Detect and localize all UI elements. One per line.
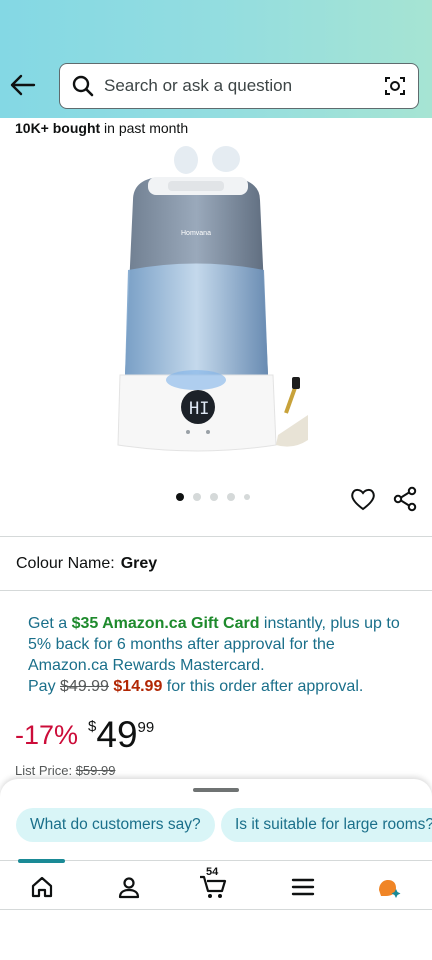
heart-icon[interactable] (349, 485, 377, 513)
credit-card-promo[interactable]: Get a $35 Amazon.ca Gift Card instantly,… (28, 613, 418, 697)
colour-selection[interactable]: Colour Name: Grey (16, 555, 157, 573)
sheet-drag-handle[interactable] (193, 788, 239, 792)
nav-active-indicator (18, 859, 65, 863)
search-input[interactable]: Search or ask a question (59, 63, 419, 109)
brand-text: Homvana (181, 230, 211, 237)
suggestion-sheet: What do customers say? Is it suitable fo… (0, 779, 432, 869)
cart-count: 54 (206, 866, 219, 878)
search-icon (71, 74, 95, 98)
promo-old-price: $49.99 (60, 678, 109, 695)
price-fraction: 99 (137, 719, 155, 736)
promo-pay: Pay (28, 678, 61, 695)
list-price-value: $59.99 (75, 763, 116, 778)
account-icon[interactable] (114, 872, 144, 902)
menu-icon[interactable] (288, 872, 318, 902)
gift-card-amount: $35 Amazon.ca Gift Card (71, 615, 260, 632)
display-text: HI (189, 399, 209, 419)
colour-label: Colour Name: (16, 555, 115, 572)
bottom-nav: 54 (0, 859, 432, 910)
product-image[interactable]: Homvana HI (108, 145, 328, 465)
carousel-dot[interactable] (244, 494, 250, 500)
image-carousel-dots (176, 493, 250, 501)
bought-suffix: in past month (100, 120, 189, 136)
price-currency: $ (88, 718, 97, 735)
carousel-dot[interactable] (176, 493, 184, 501)
camera-lens-icon[interactable] (383, 74, 407, 98)
suggestion-chip[interactable]: Is it suitable for large rooms? (221, 808, 432, 842)
carousel-dot[interactable] (210, 493, 218, 501)
promo-new-price: $14.99 (113, 678, 163, 695)
suggestion-chip[interactable]: What do customers say? (16, 808, 215, 842)
home-icon[interactable] (27, 872, 57, 902)
list-price: List Price: $59.99 (15, 763, 115, 778)
divider (0, 590, 432, 591)
share-icon[interactable] (392, 486, 418, 512)
colour-value: Grey (120, 555, 158, 572)
carousel-dot[interactable] (227, 493, 235, 501)
rufus-assistant-icon[interactable] (375, 872, 405, 902)
price-whole: 49 (96, 714, 138, 755)
carousel-dot[interactable] (193, 493, 201, 501)
search-placeholder: Search or ask a question (104, 76, 293, 95)
list-price-label: List Price: (15, 763, 76, 778)
cart-icon[interactable]: 54 (198, 866, 228, 902)
top-bar: Search or ask a question (0, 0, 432, 118)
bought-in-past-month: 10K+ bought in past month (15, 120, 188, 136)
promo-after: for this order after approval. (162, 678, 364, 695)
promo-get-a: Get a (28, 615, 72, 632)
back-arrow-icon[interactable] (8, 70, 38, 100)
divider (0, 536, 432, 537)
discount-percent: -17% (15, 720, 79, 750)
price: -17% $ 49 99 (15, 714, 154, 758)
bought-count: 10K+ bought (15, 120, 101, 136)
